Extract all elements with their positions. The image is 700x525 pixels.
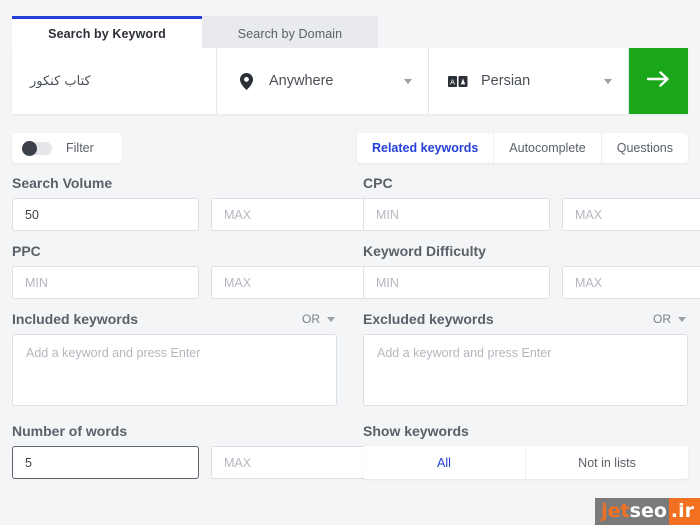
svg-text:A: A xyxy=(450,77,455,86)
cpc-title: CPC xyxy=(363,175,393,191)
show-keywords-option-not-in-lists-label: Not in lists xyxy=(578,456,636,470)
location-select-label: Anywhere xyxy=(257,73,404,89)
tab-search-by-keyword[interactable]: Search by Keyword xyxy=(12,16,202,48)
excluded-keywords-header: Excluded keywords OR xyxy=(363,311,688,327)
filter-toggle-label: Filter xyxy=(66,141,94,155)
keyword-difficulty-min-input[interactable] xyxy=(363,266,550,299)
tab-search-by-keyword-label: Search by Keyword xyxy=(48,27,166,41)
tab-search-by-domain-label: Search by Domain xyxy=(238,27,342,41)
filter-group-number-of-words: Number of words xyxy=(12,423,337,479)
included-keywords-operator-select[interactable]: OR xyxy=(302,312,337,327)
language-select-label: Persian xyxy=(469,73,604,89)
search-volume-range xyxy=(12,198,337,231)
filter-toggle-switch[interactable] xyxy=(22,142,52,155)
cpc-header: CPC xyxy=(363,175,688,191)
included-keywords-operator-label: OR xyxy=(302,312,320,326)
filter-group-ppc: PPC xyxy=(12,243,337,299)
watermark-left: jetseo xyxy=(595,498,669,525)
watermark-seo: seo xyxy=(630,500,667,522)
search-volume-title: Search Volume xyxy=(12,175,112,191)
show-keywords-option-all[interactable]: All xyxy=(363,446,526,479)
search-bar: کتاب کنکور Anywhere A Persian xyxy=(12,48,688,114)
tab-autocomplete-label: Autocomplete xyxy=(509,141,585,155)
filter-group-keyword-difficulty: Keyword Difficulty xyxy=(363,243,688,299)
excluded-keywords-operator-label: OR xyxy=(653,312,671,326)
tab-questions-label: Questions xyxy=(617,141,673,155)
tab-autocomplete[interactable]: Autocomplete xyxy=(494,133,601,163)
tab-related-keywords-label: Related keywords xyxy=(372,141,478,155)
watermark-jet: jet xyxy=(601,500,629,522)
included-keywords-header: Included keywords OR xyxy=(12,311,337,327)
result-type-tabs: Related keywords Autocomplete Questions xyxy=(357,133,688,163)
show-keywords-option-not-in-lists[interactable]: Not in lists xyxy=(526,446,688,479)
arrow-right-icon xyxy=(646,69,672,94)
ppc-range xyxy=(12,266,337,299)
location-pin-icon xyxy=(235,73,257,90)
number-of-words-header: Number of words xyxy=(12,423,337,439)
filter-group-show-keywords: Show keywords All Not in lists xyxy=(363,423,688,479)
ppc-header: PPC xyxy=(12,243,337,259)
location-select[interactable]: Anywhere xyxy=(217,48,429,114)
filter-toggle[interactable]: Filter xyxy=(12,133,122,163)
show-keywords-header: Show keywords xyxy=(363,423,688,439)
ppc-min-input[interactable] xyxy=(12,266,199,299)
excluded-keywords-textarea[interactable] xyxy=(363,334,688,406)
show-keywords-title: Show keywords xyxy=(363,423,469,439)
ppc-title: PPC xyxy=(12,243,41,259)
chevron-down-icon xyxy=(678,317,686,322)
excluded-keywords-title: Excluded keywords xyxy=(363,311,494,327)
tab-search-by-domain[interactable]: Search by Domain xyxy=(202,16,378,48)
cpc-min-input[interactable] xyxy=(363,198,550,231)
number-of-words-range xyxy=(12,446,337,479)
show-keywords-segmented-control: All Not in lists xyxy=(363,446,688,479)
keyword-difficulty-title: Keyword Difficulty xyxy=(363,243,486,259)
keyword-difficulty-range xyxy=(363,266,688,299)
tab-related-keywords[interactable]: Related keywords xyxy=(357,133,494,163)
search-volume-min-input[interactable] xyxy=(12,198,199,231)
number-of-words-min-input[interactable] xyxy=(12,446,199,479)
language-select[interactable]: A Persian xyxy=(429,48,629,114)
translate-icon: A xyxy=(447,76,469,87)
chevron-down-icon xyxy=(604,79,612,84)
filter-group-excluded-keywords: Excluded keywords OR xyxy=(363,311,688,411)
keyword-difficulty-max-input[interactable] xyxy=(562,266,700,299)
chevron-down-icon xyxy=(404,79,412,84)
filter-group-search-volume: Search Volume xyxy=(12,175,337,231)
search-submit-button[interactable] xyxy=(629,48,688,114)
filter-group-included-keywords: Included keywords OR xyxy=(12,311,337,411)
excluded-keywords-operator-select[interactable]: OR xyxy=(653,312,688,327)
keyword-input-value: کتاب کنکور xyxy=(30,74,91,89)
show-keywords-option-all-label: All xyxy=(437,456,451,470)
included-keywords-title: Included keywords xyxy=(12,311,138,327)
search-volume-header: Search Volume xyxy=(12,175,337,191)
filter-grid: Search Volume CPC PPC Keyword Difficulty xyxy=(12,175,688,491)
cpc-range xyxy=(363,198,688,231)
number-of-words-title: Number of words xyxy=(12,423,127,439)
search-mode-tabs: Search by Keyword Search by Domain xyxy=(12,16,688,48)
tab-questions[interactable]: Questions xyxy=(602,133,688,163)
included-keywords-textarea[interactable] xyxy=(12,334,337,406)
chevron-down-icon xyxy=(327,317,335,322)
watermark-tld: .ir xyxy=(669,498,700,525)
search-card: Search by Keyword Search by Domain کتاب … xyxy=(12,16,688,118)
filter-toggle-knob xyxy=(22,141,37,156)
filter-group-cpc: CPC xyxy=(363,175,688,231)
keyword-input[interactable]: کتاب کنکور xyxy=(12,48,217,114)
keyword-difficulty-header: Keyword Difficulty xyxy=(363,243,688,259)
cpc-max-input[interactable] xyxy=(562,198,700,231)
site-watermark: jetseo .ir xyxy=(595,498,700,525)
